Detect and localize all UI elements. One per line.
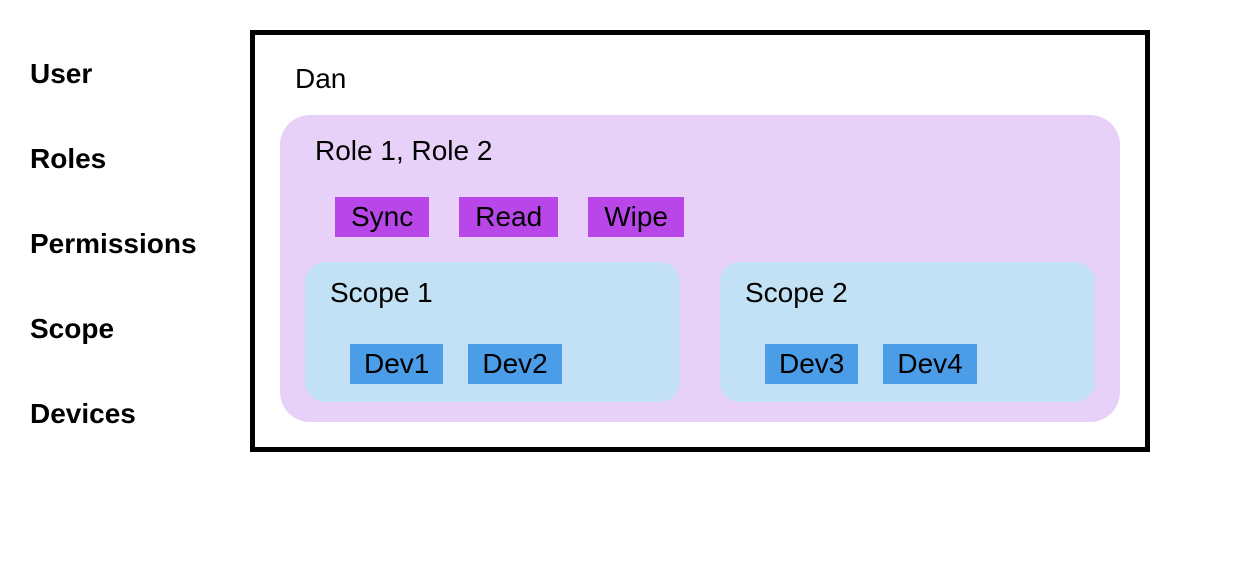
scope-name: Scope 2	[740, 277, 1075, 309]
scope-block: Scope 2 Dev3 Dev4	[720, 262, 1095, 402]
device-chip: Dev1	[350, 344, 443, 384]
label-devices: Devices	[30, 398, 210, 430]
scopes-row: Scope 1 Dev1 Dev2 Scope 2 Dev3 Dev4	[305, 262, 1095, 402]
label-permissions: Permissions	[30, 228, 210, 260]
label-scope: Scope	[30, 313, 210, 345]
label-roles: Roles	[30, 143, 210, 175]
permission-chip: Wipe	[588, 197, 684, 237]
permissions-row: Sync Read Wipe	[305, 197, 1095, 237]
permission-chip: Sync	[335, 197, 429, 237]
devices-row: Dev3 Dev4	[740, 344, 1075, 384]
diagram-box: Dan Role 1, Role 2 Sync Read Wipe Scope …	[250, 30, 1150, 452]
permission-chip: Read	[459, 197, 558, 237]
label-user: User	[30, 58, 210, 90]
user-value: Dan	[280, 55, 1120, 103]
row-labels: User Roles Permissions Scope Devices	[30, 30, 210, 452]
scope-block: Scope 1 Dev1 Dev2	[305, 262, 680, 402]
device-chip: Dev3	[765, 344, 858, 384]
roles-block: Role 1, Role 2 Sync Read Wipe Scope 1 De…	[280, 115, 1120, 422]
device-chip: Dev2	[468, 344, 561, 384]
device-chip: Dev4	[883, 344, 976, 384]
roles-value: Role 1, Role 2	[305, 135, 1095, 167]
diagram-container: User Roles Permissions Scope Devices Dan…	[30, 30, 1209, 452]
devices-row: Dev1 Dev2	[325, 344, 660, 384]
scope-name: Scope 1	[325, 277, 660, 309]
